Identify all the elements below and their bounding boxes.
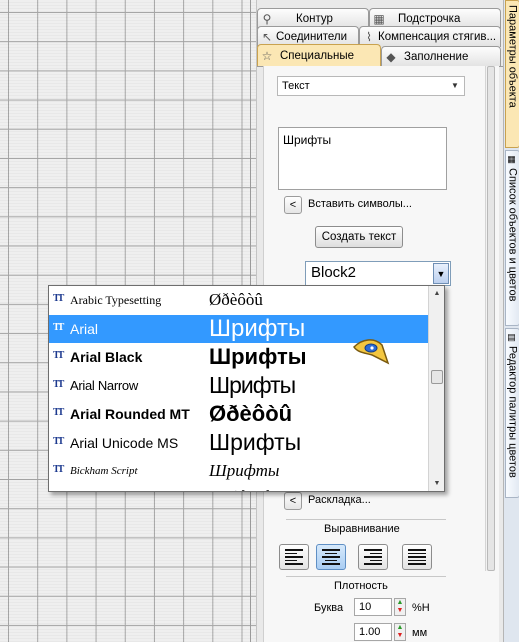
side-tab-objects-label: Список объектов и цветов [506,168,519,302]
create-text-button[interactable]: Создать текст [315,226,403,248]
spacing-mm-unit: мм [412,627,428,639]
insert-symbols-label[interactable]: Вставить символы... [308,198,412,210]
tab-contour-label: Контур [296,13,333,25]
align-left-button[interactable] [279,544,309,570]
arrow-down-icon[interactable]: ▼ [395,607,405,615]
align-right-button[interactable] [358,544,388,570]
font-list-item[interactable]: TT Arial Narrow Шрифты [49,372,428,401]
spacing-mm-input[interactable]: 1.00 [354,623,392,641]
font-preview: Øðèôòû [209,486,287,492]
font-name: Arabic Typesetting [70,292,162,307]
chevron-down-icon[interactable]: ▼ [448,79,462,93]
font-name: Arial Unicode MS [70,434,179,451]
font-name: Arial Narrow [70,378,138,393]
font-preview: Шрифты [209,344,307,369]
tab-compensation-label: Компенсация стягив... [378,31,497,43]
font-name: Arial Black [70,349,143,365]
layout-button[interactable]: < [284,492,302,510]
text-input-value: Шрифты [283,133,332,147]
font-list-item[interactable]: TT Bickham Script Шрифты [49,457,428,486]
create-text-label: Создать текст [321,231,397,243]
spacing-mm-stepper[interactable]: ▲ ▼ [394,623,406,641]
busy-cursor-icon [353,339,390,365]
underlay-icon: ▦ [373,12,385,26]
palette-icon: ▤ [507,333,518,343]
truetype-icon: TT [53,435,64,447]
font-preview: Шрифты [209,372,296,398]
text-input[interactable]: Шрифты [278,127,447,190]
truetype-icon: TT [53,350,64,361]
panel-scrollbar-thumb[interactable] [487,66,495,571]
density-title: Плотность [334,580,388,592]
contour-icon: ⚲ [262,12,272,26]
font-select[interactable]: Block2 ▼ [305,261,451,286]
truetype-icon: TT [53,407,64,418]
divider [286,576,446,577]
font-name: Bickham Script [70,465,138,477]
side-tab-properties-label: Параметры объекта [506,5,519,108]
connectors-icon: ↖ [261,30,273,44]
objects-list-icon: ▦ [507,155,518,165]
font-list-scrollbar[interactable]: ▲ ▼ [428,286,444,491]
tab-special[interactable]: ☆ Специальные [257,44,381,67]
font-select-value: Block2 [311,264,357,281]
truetype-icon: TT [53,464,64,475]
tab-fill-label: Заполнение [404,51,469,63]
compensation-icon: ⌇ [366,30,372,44]
font-preview: Øðèôòû [209,290,263,309]
font-preview: Шрифты [209,429,302,455]
side-tab-palette[interactable]: ▤ Редактор палитры цветов [505,328,519,498]
letter-unit: %H [412,602,430,614]
side-tab-properties[interactable]: Параметры объекта [505,0,519,148]
tab-compensation[interactable]: ⌇ Компенсация стягив... [359,26,501,47]
font-list-scroll-thumb[interactable] [431,370,443,384]
insert-symbols-button[interactable]: < [284,196,302,214]
font-list-item[interactable]: TT Arial Unicode MS Шрифты [49,429,428,458]
font-list-item[interactable]: TTBodoni PosterØðèôòû [49,486,428,492]
object-type-select[interactable]: Текст ▼ [277,76,465,96]
letter-spacing-input[interactable]: 10 [354,598,392,616]
layout-label[interactable]: Раскладка... [308,494,371,506]
tab-connectors-label: Соединители [276,31,348,43]
letter-spacing-value: 10 [359,601,372,613]
star-icon: ☆ [261,49,273,63]
insert-symbols-arrow: < [289,199,297,211]
tab-underlay-label: Подстрочка [398,13,461,25]
fill-icon: ◆ [386,50,396,64]
side-tab-strip: Параметры объекта ▦ Список объектов и цв… [503,0,519,642]
side-tab-objects-list[interactable]: ▦ Список объектов и цветов [505,150,519,326]
scroll-up-icon[interactable]: ▲ [431,288,443,300]
spacing-mm-value: 1.00 [359,626,381,638]
letter-spacing-stepper[interactable]: ▲ ▼ [394,598,406,616]
divider [286,519,446,520]
side-tab-palette-label: Редактор палитры цветов [506,346,519,478]
arrow-up-icon[interactable]: ▲ [395,624,405,632]
align-center-button[interactable] [316,544,346,570]
layout-arrow: < [289,495,297,507]
tab-fill[interactable]: ◆ Заполнение [381,46,501,67]
font-list-item[interactable]: TT Arabic Typesetting Øðèôòû [49,286,428,315]
arrow-down-icon[interactable]: ▼ [395,632,405,640]
truetype-icon: TT [53,321,64,333]
font-preview: Шрифты [209,314,306,342]
object-type-value: Текст [282,80,310,92]
font-preview: Øðèôòû [209,401,293,426]
scroll-down-icon[interactable]: ▼ [431,478,443,490]
arrow-up-icon[interactable]: ▲ [395,599,405,607]
alignment-title: Выравнивание [324,523,400,535]
chevron-down-icon[interactable]: ▼ [433,263,449,284]
truetype-icon: TT [53,293,64,304]
panel-scrollbar[interactable] [485,66,495,571]
tab-special-label: Специальные [280,50,355,62]
font-name: Arial [70,320,99,337]
letter-label: Буква [314,602,344,614]
font-name: Bodoni Poster [70,486,158,492]
font-list-item[interactable]: TT Arial Rounded MT Øðèôòû [49,400,428,429]
font-dropdown-list[interactable]: TT Arabic Typesetting Øðèôòû TT Arial Шрифты T… [48,285,445,492]
align-justify-button[interactable] [402,544,432,570]
font-preview: Шрифты [209,461,280,480]
truetype-icon: TT [53,378,64,390]
font-name: Arial Rounded MT [70,406,190,422]
